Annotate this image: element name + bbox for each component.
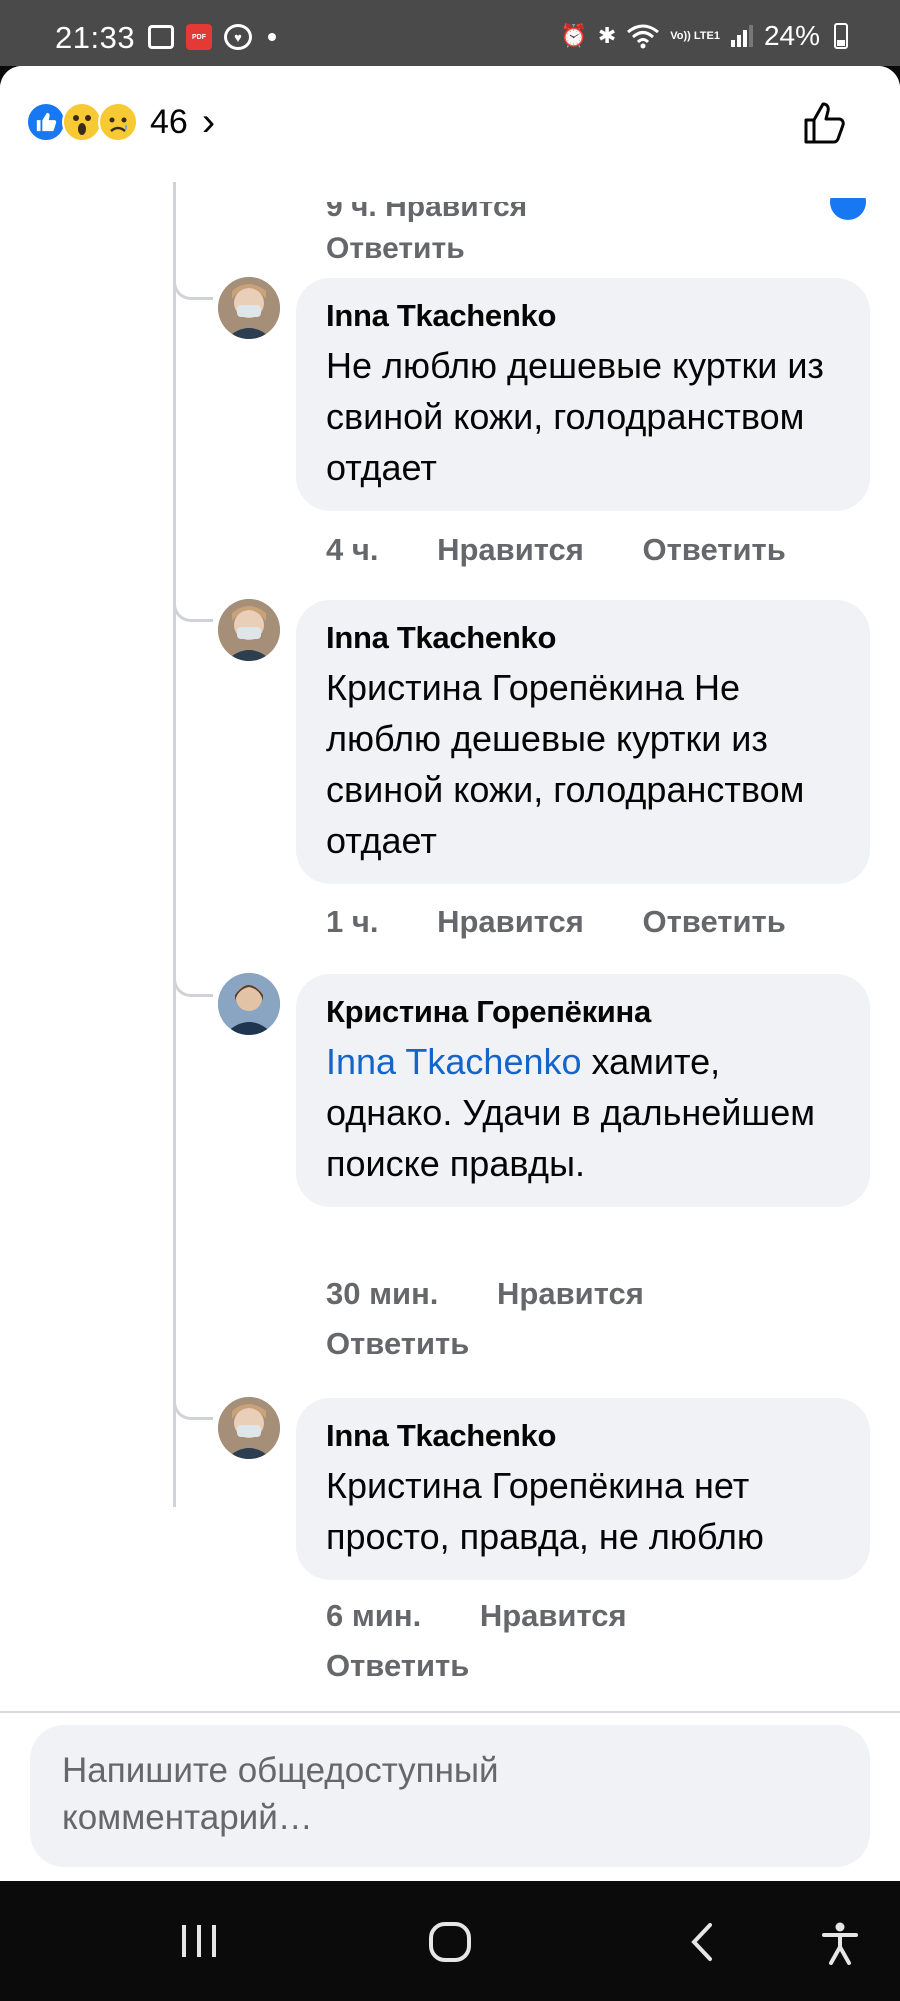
like-comment-button[interactable]: Нравится — [480, 1598, 627, 1634]
reaction-badge-icon — [830, 198, 866, 220]
comment-input-placeholder: Напишите общедоступный комментарий… — [62, 1751, 499, 1837]
comment-author[interactable]: Inna Tkachenko — [326, 1418, 840, 1454]
comment-bubble[interactable]: Inna Tkachenko Кристина Горепёкина нет п… — [296, 1398, 870, 1580]
comment-time: 30 мин. — [326, 1276, 439, 1311]
like-comment-button[interactable]: Нравится — [437, 904, 584, 940]
thread-branch — [173, 971, 213, 997]
system-nav-bar — [0, 1881, 900, 2001]
mention-link[interactable]: Inna Tkachenko — [326, 1041, 582, 1082]
reply-button[interactable]: Ответить — [326, 1648, 786, 1684]
status-time: 21:33 — [55, 20, 136, 55]
reaction-count: 46 — [150, 102, 188, 141]
thread-branch — [173, 1394, 213, 1420]
comment-actions: 30 мин. Нравится Ответить — [326, 1276, 786, 1362]
comment-time: 1 ч. — [326, 904, 379, 939]
sheet-header: 46 › — [0, 66, 900, 182]
comment-thread: 9 ч. Нравится Ответить Inna Tkachenko Не… — [0, 182, 900, 1777]
comment-author[interactable]: Inna Tkachenko — [326, 298, 840, 334]
health-app-icon: ♥ — [224, 24, 252, 50]
home-icon — [429, 1922, 471, 1962]
comments-sheet: 46 › 9 ч. Нравится Ответить Inna Tkachen… — [0, 66, 900, 1881]
avatar[interactable] — [218, 599, 280, 661]
comment-bubble[interactable]: Inna Tkachenko Кристина Горепёкина Не лю… — [296, 600, 870, 884]
comment-text: Inna Tkachenko хамите, однако. Удачи в д… — [326, 1041, 816, 1184]
like-reaction-icon — [26, 102, 66, 142]
thread-branch — [173, 274, 213, 300]
accessibility-icon — [822, 1922, 858, 1965]
reply-button[interactable]: Ответить — [643, 904, 786, 940]
avatar[interactable] — [218, 973, 280, 1035]
battery-percent: 24% — [763, 20, 820, 51]
thread-line — [173, 182, 176, 1507]
home-button[interactable] — [428, 1921, 472, 1963]
bluetooth-icon: ✱ — [597, 23, 617, 48]
comment-text: Кристина Горепёкина нет просто, правда, … — [326, 1465, 764, 1557]
back-icon — [691, 1923, 712, 1961]
alarm-icon: ⏰ — [560, 23, 588, 48]
accessibility-button[interactable] — [822, 1921, 858, 1965]
notification-icons: PDF ♥ — [148, 24, 276, 50]
comment-author[interactable]: Inna Tkachenko — [326, 620, 840, 656]
like-comment-button[interactable]: Нравится — [437, 532, 584, 568]
battery-icon — [834, 23, 848, 49]
thumbs-up-icon — [804, 102, 845, 144]
lte-indicator: Vo)) LTE1 — [670, 29, 720, 42]
comment-text: Кристина Горепёкина Не люблю дешевые кур… — [326, 667, 805, 861]
reply-button[interactable]: Ответить — [326, 1326, 786, 1362]
comment-time: 6 мин. — [326, 1598, 422, 1633]
previous-comment-meta: 9 ч. Нравится — [326, 190, 528, 223]
reactions-summary[interactable]: 46 › — [26, 102, 215, 142]
like-comment-button[interactable]: Нравится — [497, 1276, 644, 1312]
back-button[interactable] — [688, 1921, 716, 1963]
comment-time: 4 ч. — [326, 532, 379, 567]
composer-divider — [0, 1711, 900, 1713]
comment-bubble[interactable]: Inna Tkachenko Не люблю дешевые куртки и… — [296, 278, 870, 511]
comment-actions: 1 ч. Нравится Ответить — [326, 904, 786, 940]
pdf-icon: PDF — [186, 24, 212, 50]
wow-reaction-icon — [62, 102, 102, 142]
comment-actions: 6 мин. Нравится Ответить — [326, 1598, 786, 1684]
comment-author[interactable]: Кристина Горепёкина — [326, 994, 840, 1030]
thread-branch — [173, 596, 213, 622]
comment-text: Не люблю дешевые куртки из свиной кожи, … — [326, 345, 824, 488]
more-notifications-dot-icon — [268, 33, 276, 41]
comment-bubble[interactable]: Кристина Горепёкина Inna Tkachenko хамит… — [296, 974, 870, 1207]
system-icons: ⏰ ✱ Vo)) LTE1 24% — [560, 20, 848, 52]
avatar[interactable] — [218, 277, 280, 339]
gallery-icon — [148, 25, 174, 49]
wifi-icon — [627, 24, 660, 49]
status-bar: 21:33 PDF ♥ ⏰ ✱ Vo)) LTE1 24% — [0, 0, 900, 66]
sad-reaction-icon — [98, 102, 138, 142]
signal-icon — [730, 25, 753, 47]
avatar[interactable] — [218, 1397, 280, 1459]
recent-apps-button[interactable] — [178, 1921, 220, 1961]
recent-apps-icon — [182, 1925, 216, 1957]
comment-input[interactable]: Напишите общедоступный комментарий… — [30, 1725, 870, 1867]
previous-reply-link[interactable]: Ответить — [326, 232, 465, 266]
like-post-button[interactable] — [798, 96, 852, 150]
chevron-right-icon: › — [201, 100, 216, 144]
comment-actions: 4 ч. Нравится Ответить — [326, 532, 786, 568]
reply-button[interactable]: Ответить — [643, 532, 786, 568]
